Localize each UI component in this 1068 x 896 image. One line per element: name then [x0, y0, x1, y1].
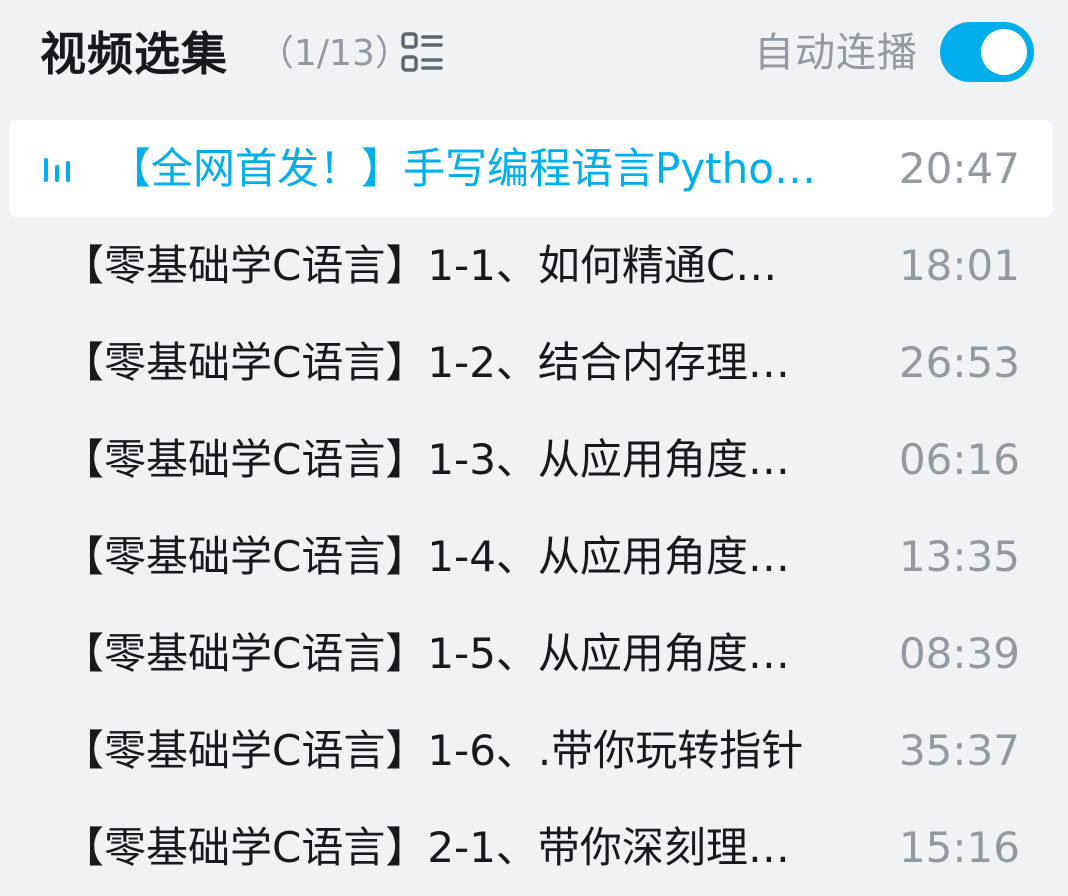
episode-item[interactable]: 【零基础学C语言】1-1、如何精通C… 18:01	[0, 217, 1068, 314]
episode-title: 【零基础学C语言】1-6、.带你玩转指针	[62, 725, 804, 775]
episode-list: 【全网首发！】手写编程语言Pytho… 20:47 【零基础学C语言】1-1、如…	[0, 120, 1068, 896]
episode-duration: 08:39	[898, 628, 1020, 678]
episode-title: 【零基础学C语言】1-4、从应用角度…	[62, 531, 790, 581]
episode-duration: 18:01	[898, 240, 1020, 290]
episode-title: 【全网首发！】手写编程语言Pytho…	[109, 143, 816, 193]
episode-title: 【零基础学C语言】1-2、结合内存理…	[62, 337, 790, 387]
episode-item[interactable]: 【零基础学C语言】1-5、从应用角度… 08:39	[0, 605, 1068, 702]
episode-duration: 20:47	[898, 143, 1020, 193]
episode-title: 【零基础学C语言】1-3、从应用角度…	[62, 434, 790, 484]
episode-item[interactable]: 【零基础学C语言】1-2、结合内存理… 26:53	[0, 314, 1068, 411]
episode-item[interactable]: 【零基础学C语言】1-3、从应用角度… 06:16	[0, 411, 1068, 508]
episode-duration: 15:16	[898, 822, 1020, 872]
episode-duration: 06:16	[898, 434, 1020, 484]
autoplay-toggle[interactable]	[940, 22, 1034, 82]
episode-title: 【零基础学C语言】2-1、带你深刻理…	[62, 822, 790, 872]
autoplay-label: 自动连播	[754, 30, 918, 76]
episode-list-panel: 视频选集 （1/13） 自动连播 【全网首发！】手写编程语言Pytho… 20:…	[0, 0, 1068, 892]
panel-title: 视频选集	[40, 27, 228, 81]
episode-duration: 35:37	[898, 725, 1020, 775]
episode-list-header: 视频选集 （1/13） 自动连播	[0, 0, 1068, 110]
episode-duration: 13:35	[898, 531, 1020, 581]
episode-title: 【零基础学C语言】1-1、如何精通C…	[62, 240, 778, 290]
episode-item[interactable]: 【零基础学C语言】2-1、带你深刻理… 15:16	[0, 799, 1068, 896]
now-playing-icon	[42, 156, 72, 184]
episode-count: （1/13）	[258, 33, 411, 74]
toggle-knob	[981, 29, 1027, 75]
episode-title: 【零基础学C语言】1-5、从应用角度…	[62, 628, 790, 678]
episode-item[interactable]: 【零基础学C语言】1-4、从应用角度… 13:35	[0, 508, 1068, 605]
episode-item-current[interactable]: 【全网首发！】手写编程语言Pytho… 20:47	[9, 120, 1053, 217]
episode-item[interactable]: 【零基础学C语言】1-6、.带你玩转指针 35:37	[0, 702, 1068, 799]
episode-duration: 26:53	[898, 337, 1020, 387]
list-view-icon[interactable]	[400, 30, 444, 74]
